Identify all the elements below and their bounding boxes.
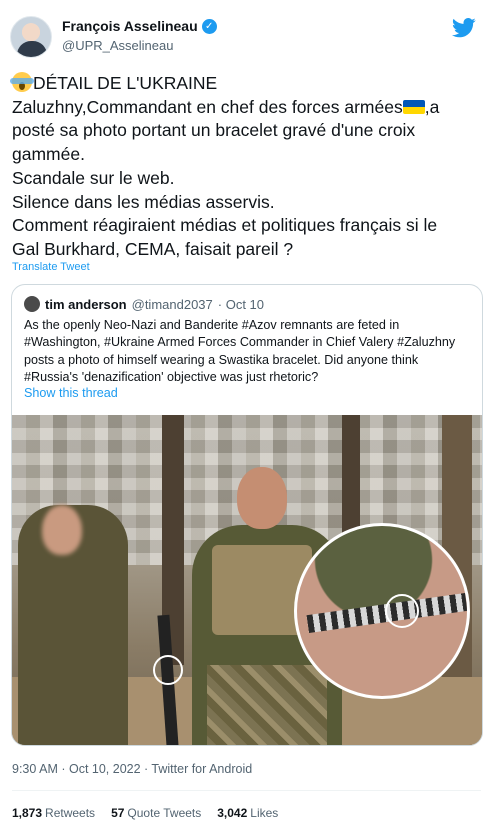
tweet-line-1: DÉTAIL DE L'UKRAINE: [10, 72, 486, 96]
quoted-line-4: #Russia's 'denazification' objective was…: [24, 370, 319, 385]
translate-tweet-link[interactable]: Translate Tweet: [12, 261, 90, 273]
author-handle[interactable]: @UPR_Asselineau: [62, 38, 173, 53]
retweets-label: Retweets: [45, 806, 96, 820]
quoted-tweet-photo[interactable]: [12, 415, 482, 745]
tweet-timestamp[interactable]: 9:30 AM · Oct 10, 2022 · Twitter for And…: [12, 762, 252, 776]
quoted-author-name: tim anderson: [45, 296, 127, 312]
tweet-body: DÉTAIL DE L'UKRAINE Zaluzhny,Commandant …: [10, 72, 486, 262]
tweet-line-6: Silence dans les médias asservis.: [12, 191, 275, 212]
wrist-highlight-circle: [153, 655, 183, 685]
tweet-line-5: Scandale sur le web.: [12, 167, 175, 188]
retweets-stat[interactable]: 1,873 Retweets: [12, 806, 95, 820]
twitter-bird-icon[interactable]: [452, 18, 476, 38]
quoted-line-1: As the openly Neo-Nazi and Banderite #Az…: [24, 318, 400, 332]
quoted-tweet-header: tim anderson @timand2037 · Oct 10: [24, 296, 264, 312]
author-avatar[interactable]: [10, 16, 52, 58]
tweet-line-7: Comment réagiraient médias et politiques…: [12, 215, 438, 236]
retweets-count: 1,873: [12, 806, 43, 820]
quoted-line-2: #Washington, #Ukraine Armed Forces Comma…: [24, 335, 456, 350]
tweet-stats: 1,873 Retweets 57 Quote Tweets 3,042 Likes: [12, 806, 278, 820]
general-face: [237, 467, 287, 529]
show-thread-link[interactable]: Show this thread: [24, 386, 118, 400]
tweet-line-2: Zaluzhny,Commandant en chef des forces a…: [12, 96, 440, 117]
face-screaming-in-fear-icon: [10, 72, 34, 92]
quoted-tweet-date: · Oct 10: [217, 296, 265, 312]
tweet-line-8: Gal Burkhard, CEMA, faisait pareil ?: [12, 238, 294, 259]
tweet-line-3: posté sa photo portant un bracelet gravé…: [12, 120, 416, 141]
likes-count: 3,042: [217, 806, 248, 820]
author-display-name[interactable]: François Asselineau: [62, 18, 198, 34]
quoted-tweet-body: As the openly Neo-Nazi and Banderite #Az…: [24, 317, 476, 387]
camouflage-trousers: [207, 665, 327, 745]
quote-tweets-label: Quote Tweets: [127, 806, 202, 820]
quoted-line-3: posts a photo of himself wearing a Swast…: [24, 352, 419, 367]
likes-label: Likes: [250, 806, 279, 820]
tweet-line-4: gammée.: [12, 144, 85, 165]
likes-stat[interactable]: 3,042 Likes: [217, 806, 278, 820]
quoted-author-avatar: [24, 296, 40, 312]
quoted-tweet[interactable]: tim anderson @timand2037 · Oct 10 As the…: [11, 284, 483, 746]
quote-tweets-count: 57: [111, 806, 125, 820]
ukraine-flag-icon: [402, 99, 425, 114]
verified-badge-icon: ✓: [201, 18, 217, 34]
tweet-header: François Asselineau ✓ @UPR_Asselineau: [10, 14, 480, 60]
blurred-face: [42, 505, 82, 555]
bracelet-highlight-circle: [385, 594, 419, 628]
author-name-row: François Asselineau ✓: [62, 18, 217, 34]
quote-tweets-stat[interactable]: 57 Quote Tweets: [111, 806, 201, 820]
divider: [12, 790, 481, 791]
quoted-author-handle: @timand2037: [131, 296, 213, 312]
bracelet-zoom-inset: [294, 523, 470, 699]
